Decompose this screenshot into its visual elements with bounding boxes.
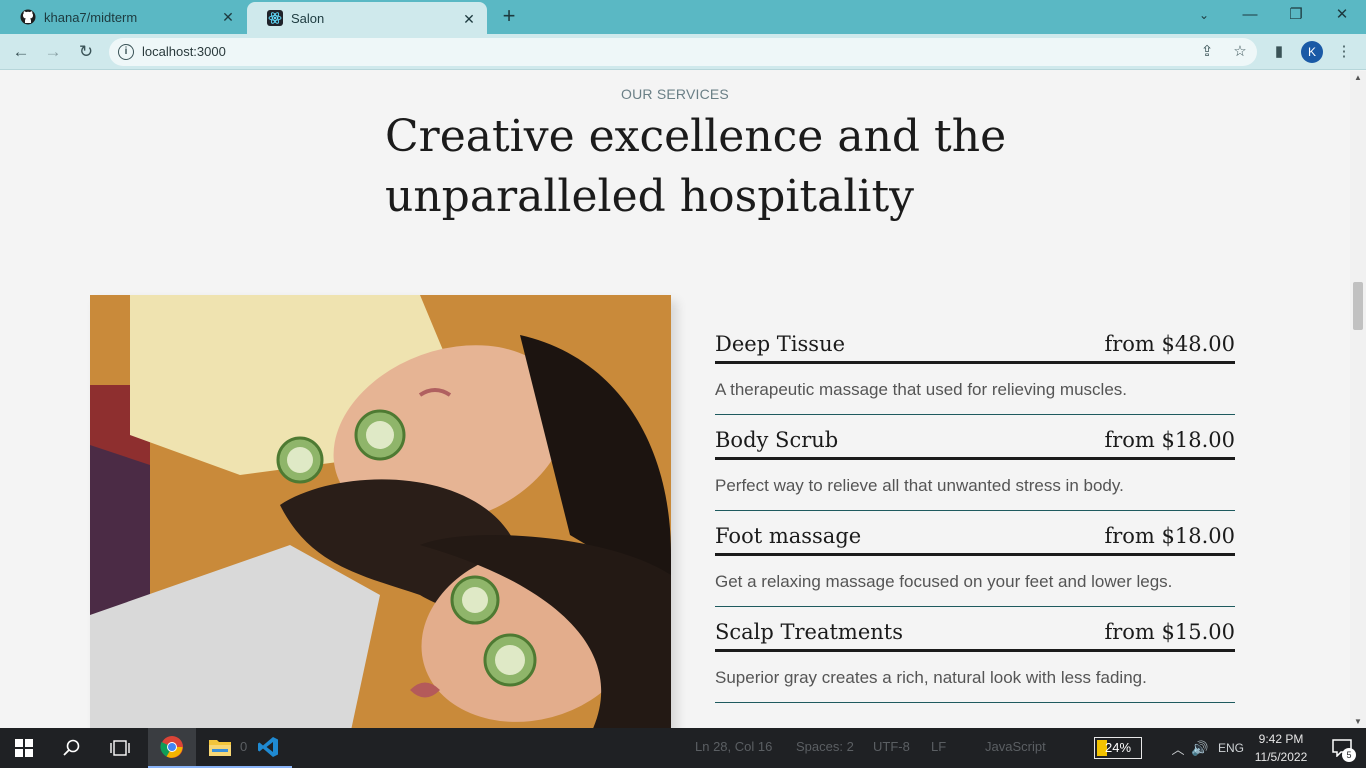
close-tab-icon[interactable]: ✕	[220, 9, 236, 25]
tab-search-chevron-icon[interactable]: ⌄	[1181, 0, 1227, 30]
browser-toolbar: ← → ↻ i localhost:3000 ⇪ ☆ ▮ K ⋮	[0, 34, 1366, 70]
status-encoding: UTF-8	[873, 739, 910, 754]
github-icon	[20, 9, 36, 25]
service-item: Foot massage from $18.00 Get a relaxing …	[715, 522, 1235, 618]
side-panel-icon[interactable]: ▮	[1269, 42, 1289, 62]
task-view-icon[interactable]	[96, 728, 144, 768]
reload-icon[interactable]: ↻	[75, 41, 97, 63]
service-divider	[715, 606, 1235, 607]
back-arrow-icon[interactable]: ←	[10, 41, 32, 63]
service-description: Perfect way to relieve all that unwanted…	[715, 476, 1124, 495]
notification-count: 5	[1342, 748, 1356, 762]
notifications-icon[interactable]: 5	[1322, 728, 1362, 768]
scroll-down-arrow-icon[interactable]: ▼	[1354, 717, 1362, 726]
service-description: Get a relaxing massage focused on your f…	[715, 572, 1173, 591]
chrome-taskbar-icon[interactable]	[148, 728, 196, 768]
service-header: Foot massage from $18.00	[715, 522, 1235, 556]
scroll-up-arrow-icon[interactable]: ▲	[1354, 73, 1362, 82]
services-list: Deep Tissue from $48.00 A therapeutic ma…	[715, 330, 1235, 714]
clock-date: 11/5/2022	[1254, 750, 1308, 764]
file-explorer-icon[interactable]	[196, 728, 244, 768]
status-language: JavaScript	[985, 739, 1046, 754]
tab-title: Salon	[291, 10, 325, 26]
service-item: Scalp Treatments from $15.00 Superior gr…	[715, 618, 1235, 714]
tab-strip: khana7/midterm ✕ Salon ✕ + ⌄ — ❐ ✕	[0, 0, 1366, 34]
minimize-icon[interactable]: —	[1227, 0, 1273, 30]
service-divider	[715, 702, 1235, 703]
bookmark-star-icon[interactable]: ☆	[1230, 42, 1250, 62]
service-divider	[715, 414, 1235, 415]
tab-salon[interactable]: Salon ✕	[247, 2, 487, 34]
service-name: Deep Tissue	[715, 332, 846, 356]
page-scrollbar[interactable]: ▲ ▼	[1350, 71, 1366, 728]
service-description: Superior gray creates a rich, natural lo…	[715, 668, 1147, 687]
windows-taskbar: 0 Ln 28, Col 16 Spaces: 2 UTF-8 LF JavaS…	[0, 728, 1366, 768]
profile-avatar[interactable]: K	[1301, 41, 1323, 63]
scroll-thumb[interactable]	[1353, 282, 1363, 330]
tab-github[interactable]: khana7/midterm ✕	[0, 0, 246, 34]
address-bar[interactable]: i localhost:3000 ⇪ ☆	[109, 38, 1257, 66]
battery-indicator[interactable]: 24%	[1094, 737, 1142, 759]
share-icon[interactable]: ⇪	[1197, 42, 1217, 62]
service-price: from $48.00	[1104, 332, 1235, 356]
close-window-icon[interactable]: ✕	[1319, 0, 1365, 30]
react-icon	[267, 10, 283, 26]
chevron-up-icon[interactable]: ︿	[1168, 728, 1188, 768]
input-language[interactable]: ENG	[1216, 728, 1246, 768]
tab-title: khana7/midterm	[44, 9, 138, 25]
volume-icon[interactable]: 🔊	[1190, 728, 1210, 768]
site-info-icon[interactable]: i	[118, 44, 134, 60]
forward-arrow-icon[interactable]: →	[42, 41, 64, 63]
service-item: Body Scrub from $18.00 Perfect way to re…	[715, 426, 1235, 522]
service-name: Scalp Treatments	[715, 620, 904, 644]
service-header: Body Scrub from $18.00	[715, 426, 1235, 460]
clock-time: 9:42 PM	[1258, 732, 1304, 746]
service-price: from $18.00	[1104, 428, 1235, 452]
service-item: Deep Tissue from $48.00 A therapeutic ma…	[715, 330, 1235, 426]
system-clock[interactable]: 9:42 PM 11/5/2022	[1250, 730, 1312, 766]
restore-icon[interactable]: ❐	[1273, 0, 1319, 30]
menu-kebab-icon[interactable]: ⋮	[1334, 42, 1354, 62]
spa-photo	[90, 295, 671, 728]
service-header: Scalp Treatments from $15.00	[715, 618, 1235, 652]
spa-photo-illustration	[90, 295, 671, 728]
close-tab-icon[interactable]: ✕	[461, 11, 477, 27]
service-header: Deep Tissue from $48.00	[715, 330, 1235, 364]
status-spaces: Spaces: 2	[796, 739, 854, 754]
service-name: Body Scrub	[715, 428, 839, 452]
search-icon[interactable]	[48, 728, 96, 768]
service-divider	[715, 510, 1235, 511]
section-eyebrow: OUR SERVICES	[621, 86, 729, 102]
service-price: from $18.00	[1104, 524, 1235, 548]
salon-services-section: OUR SERVICES Creative excellence and the…	[0, 71, 1350, 728]
section-headline: Creative excellence and the unparalleled…	[385, 111, 1007, 222]
status-eol: LF	[931, 739, 947, 754]
vscode-icon[interactable]	[244, 728, 292, 768]
battery-percent: 24%	[1104, 740, 1132, 755]
service-price: from $15.00	[1104, 620, 1235, 644]
status-ln-col: Ln 28, Col 16	[695, 739, 773, 754]
new-tab-button[interactable]: +	[498, 5, 520, 28]
windows-start-icon[interactable]	[0, 728, 48, 768]
url-text: localhost:3000	[142, 44, 226, 59]
service-name: Foot massage	[715, 524, 862, 548]
service-description: A therapeutic massage that used for reli…	[715, 380, 1127, 399]
